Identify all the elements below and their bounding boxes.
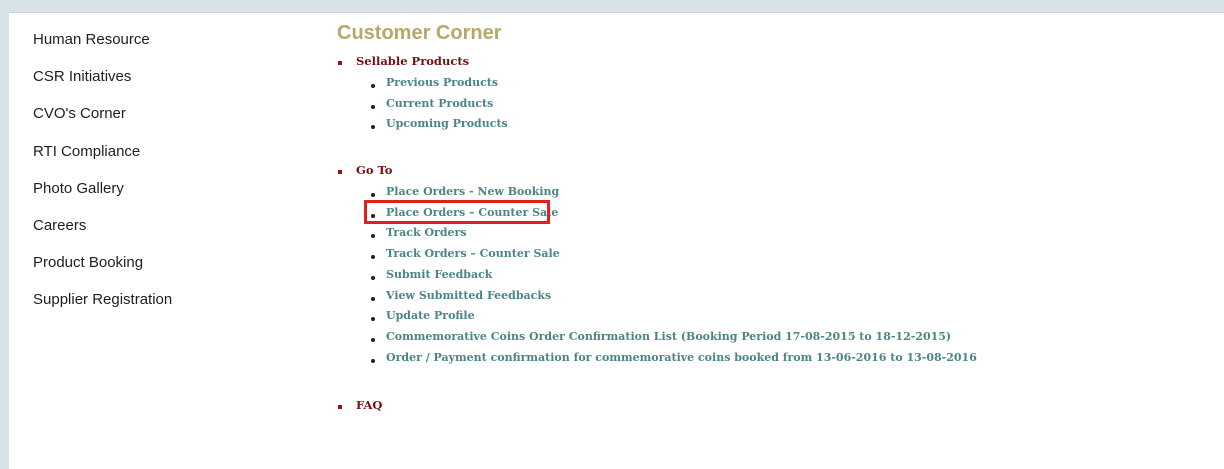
link-label: Current Products	[386, 96, 494, 110]
link-label: Update Profile	[386, 309, 475, 323]
sidebar-item-cvos-corner[interactable]: CVO's Corner	[33, 104, 293, 141]
bullet-dot-icon	[371, 296, 375, 301]
square-bullet-icon	[338, 61, 342, 65]
square-bullet-icon	[338, 405, 342, 410]
link-track-orders-counter-sale[interactable]: Track Orders – Counter Sale	[337, 246, 1217, 267]
go-to-list: Place Orders - New Booking Place Orders …	[337, 184, 1217, 370]
bullet-dot-icon	[371, 104, 375, 109]
section-heading-go-to[interactable]: Go To	[337, 162, 1217, 178]
link-view-submitted-feedbacks[interactable]: View Submitted Feedbacks	[337, 288, 1217, 309]
bullet-dot-icon	[371, 337, 375, 342]
sidebar-item-photo-gallery[interactable]: Photo Gallery	[33, 179, 293, 216]
page-title: Customer Corner	[337, 22, 502, 44]
link-previous-products[interactable]: Previous Products	[337, 75, 1217, 96]
bullet-dot-icon	[371, 213, 375, 218]
link-place-orders-counter-sale[interactable]: Place Orders – Counter Sale	[337, 199, 1217, 226]
link-commemorative-coins-confirmation-list[interactable]: Commemorative Coins Order Confirmation L…	[337, 329, 1217, 350]
section-heading-label: FAQ	[356, 398, 383, 413]
sellable-products-list: Previous Products Current Products Upcom…	[337, 75, 1217, 137]
section-go-to: Go To Place Orders - New Booking Place O…	[337, 162, 1217, 370]
bullet-dot-icon	[371, 255, 375, 260]
bullet-dot-icon	[371, 358, 375, 363]
bullet-dot-icon	[371, 317, 375, 322]
link-label: Track Orders	[386, 226, 467, 240]
bullet-dot-icon	[371, 275, 375, 280]
sidebar-item-careers[interactable]: Careers	[33, 216, 293, 253]
link-label: Place Orders - New Booking	[386, 185, 560, 199]
highlight-box	[364, 199, 550, 224]
link-submit-feedback[interactable]: Submit Feedback	[337, 267, 1217, 288]
main-content: Customer Corner Sellable Products Previo…	[337, 21, 1217, 413]
section-faq: FAQ	[337, 397, 1217, 413]
sidebar-item-human-resource[interactable]: Human Resource	[33, 30, 293, 67]
section-sellable-products: Sellable Products Previous Products Curr…	[337, 53, 1217, 137]
link-label: Track Orders – Counter Sale	[386, 247, 560, 261]
link-label: View Submitted Feedbacks	[386, 288, 552, 302]
link-label: Previous Products	[386, 76, 499, 89]
link-update-profile[interactable]: Update Profile	[337, 308, 1217, 329]
bullet-dot-icon	[371, 125, 375, 130]
section-heading-sellable-products[interactable]: Sellable Products	[337, 53, 1217, 69]
link-current-products[interactable]: Current Products	[337, 96, 1217, 117]
sidebar-nav: Human Resource CSR Initiatives CVO's Cor…	[33, 30, 293, 328]
section-heading-label: Go To	[356, 163, 393, 178]
link-label: Submit Feedback	[386, 267, 493, 281]
sidebar-item-product-booking[interactable]: Product Booking	[33, 253, 293, 290]
link-label: Upcoming Products	[386, 117, 508, 131]
section-heading-label: Sellable Products	[356, 54, 470, 68]
link-label: Order / Payment confirmation for commemo…	[386, 350, 977, 364]
square-bullet-icon	[338, 170, 342, 175]
link-track-orders[interactable]: Track Orders	[337, 225, 1217, 246]
sidebar-item-rti-compliance[interactable]: RTI Compliance	[33, 142, 293, 179]
link-upcoming-products[interactable]: Upcoming Products	[337, 116, 1217, 137]
bullet-dot-icon	[371, 234, 375, 239]
sidebar-item-supplier-registration[interactable]: Supplier Registration	[33, 290, 293, 327]
section-heading-faq[interactable]: FAQ	[337, 397, 1217, 413]
link-label: Commemorative Coins Order Confirmation L…	[386, 329, 952, 343]
sidebar-item-csr-initiatives[interactable]: CSR Initiatives	[33, 67, 293, 104]
link-order-payment-confirmation[interactable]: Order / Payment confirmation for commemo…	[337, 350, 1217, 371]
bullet-dot-icon	[371, 193, 375, 198]
bullet-dot-icon	[371, 84, 375, 88]
